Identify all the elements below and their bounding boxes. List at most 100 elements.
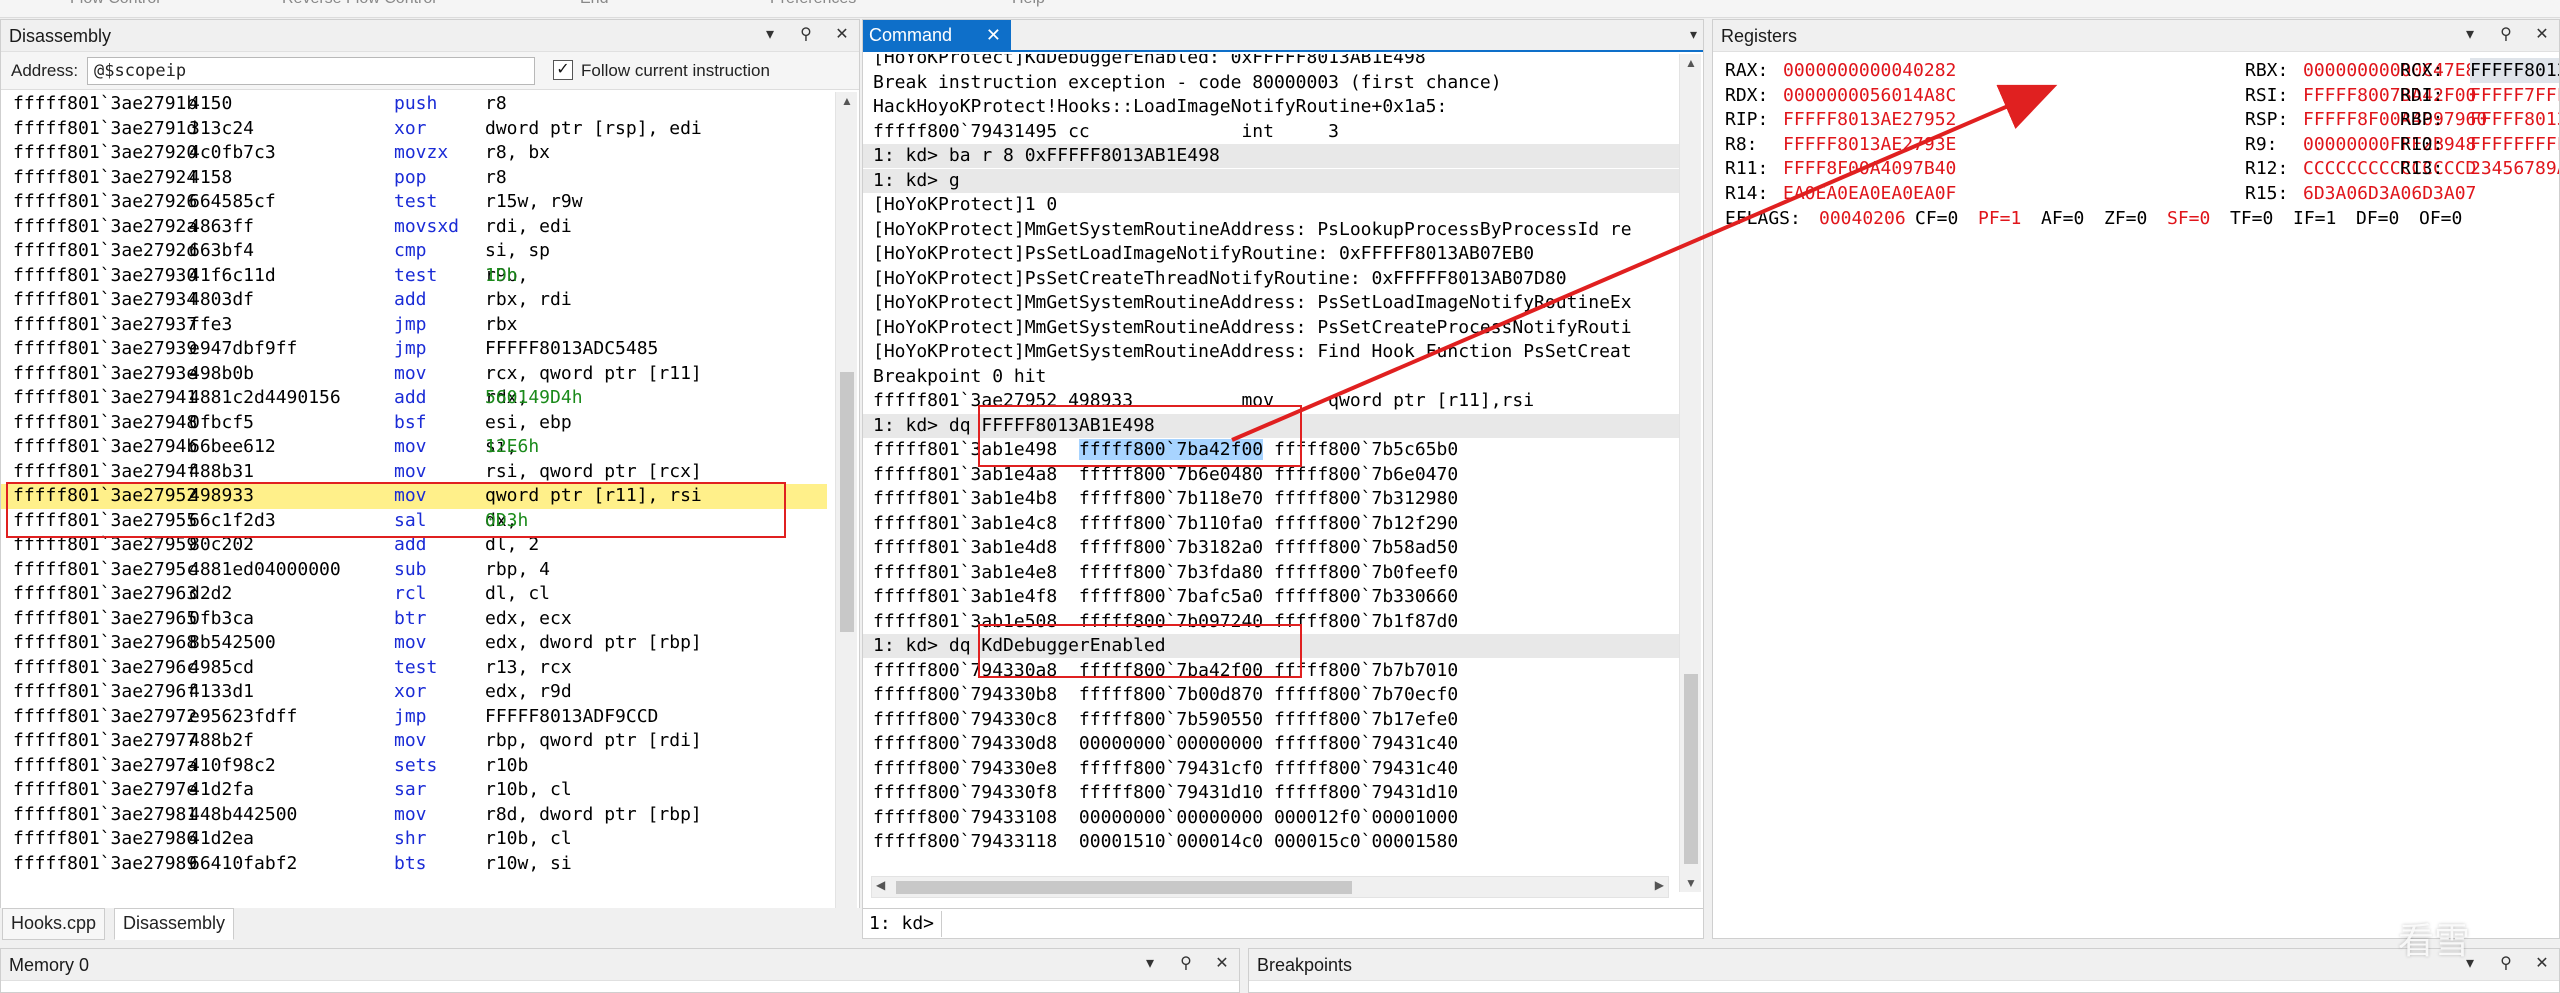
follow-instruction-checkbox[interactable]: ✓ <box>553 60 573 80</box>
register-value[interactable]: FFFFF8013AE27952 <box>1783 107 1956 132</box>
disassembly-row[interactable]: fffff801`3ae2791d 313c24 xor dword ptr [rsp… <box>1 117 827 142</box>
disassembly-row[interactable]: fffff801`3ae27920 4c0fb7c3 movzx r8, bx <box>1 141 827 166</box>
disassembly-row[interactable]: fffff801`3ae27937 ffe3 jmp rbx <box>1 313 827 338</box>
line-text: fffff800`794330a8 fffff800`7ba42f00 ffff… <box>873 659 1459 681</box>
flag-value[interactable]: DF=0 <box>2356 206 2399 231</box>
disassembly-row[interactable]: fffff801`3ae27959 80c202 add dl, 2 <box>1 533 827 558</box>
pin-icon[interactable]: ⚲ <box>1175 953 1197 975</box>
disassembly-row[interactable]: fffff801`3ae2791b 4150 push r8 <box>1 92 827 117</box>
close-icon[interactable]: ✕ <box>986 25 1001 46</box>
disassembly-row[interactable]: fffff801`3ae2794f 488b31 mov rsi, qword ptr… <box>1 460 827 485</box>
register-value[interactable]: 0000000000040282 <box>1783 58 1956 83</box>
pin-icon[interactable]: ⚲ <box>795 24 817 46</box>
flow-control-button[interactable]: Flow Control <box>70 0 160 8</box>
disassembly-row[interactable]: fffff801`3ae27930 41f6c11d test r9b, 1Dh <box>1 264 827 289</box>
instr-address: fffff801`3ae27972 <box>13 705 198 727</box>
disassembly-row[interactable]: fffff801`3ae27924 4158 pop r8 <box>1 166 827 191</box>
disassembly-row[interactable]: fffff801`3ae27989 66410fabf2 bts r10w, si <box>1 852 827 877</box>
disassembly-row[interactable]: fffff801`3ae27952 498933 mov qword ptr [r11… <box>1 484 827 509</box>
tab-disassembly[interactable]: Disassembly <box>114 908 235 940</box>
close-icon[interactable]: ✕ <box>2531 953 2553 975</box>
close-icon[interactable]: ✕ <box>831 24 853 46</box>
scroll-right-icon[interactable]: ▶ <box>1655 878 1664 892</box>
disassembly-scrollbar[interactable]: ▲ ▼ <box>835 92 857 928</box>
disassembly-row[interactable]: fffff801`3ae27972 e95623fdff jmp FFFFF8013A… <box>1 705 827 730</box>
register-value[interactable]: FFFFF8F00A4097960 <box>2303 107 2487 132</box>
preferences-button[interactable]: Preferences <box>770 0 856 8</box>
scroll-left-icon[interactable]: ◀ <box>876 878 885 892</box>
scroll-up-icon[interactable]: ▲ <box>1680 56 1702 70</box>
register-value[interactable]: FFFFF8007BA42F00 <box>2303 83 2476 108</box>
register-value[interactable]: 0000000056014A8C <box>1783 83 1956 108</box>
flag-value[interactable]: ZF=0 <box>2104 206 2147 231</box>
disassembly-row[interactable]: fffff801`3ae2794b 66bee612 mov si, 12E6h <box>1 435 827 460</box>
register-value[interactable]: FFFFF8013AE2793E <box>1783 132 1956 157</box>
scroll-thumb[interactable] <box>1684 674 1698 864</box>
disassembly-row[interactable]: fffff801`3ae2796c 4985cd test r13, rcx <box>1 656 827 681</box>
disassembly-row[interactable]: fffff801`3ae27939 e947dbf9ff jmp FFFFF8013A… <box>1 337 827 362</box>
flag-value[interactable]: IF=1 <box>2293 206 2336 231</box>
eflags-value[interactable]: 00040206 <box>1819 206 1906 231</box>
tab-hooks-cpp[interactable]: Hooks.cpp <box>2 908 106 940</box>
register-value[interactable]: FFFFFFFFFFFE8400 <box>2470 132 2559 157</box>
address-input[interactable]: @$scopeip <box>87 57 535 85</box>
end-button[interactable]: End <box>580 0 608 8</box>
help-button[interactable]: Help <box>1012 0 1045 8</box>
command-vscrollbar[interactable]: ▲ ▼ <box>1679 54 1701 892</box>
disassembly-row[interactable]: fffff801`3ae2795c 4881ed04000000 sub rbp, 4 <box>1 558 827 583</box>
close-icon[interactable]: ✕ <box>1211 953 1233 975</box>
flag-value[interactable]: SF=0 <box>2167 206 2210 231</box>
disassembly-row[interactable]: fffff801`3ae27926 664585cf test r15w, r9w <box>1 190 827 215</box>
disassembly-row[interactable]: fffff801`3ae27963 d2d2 rcl dl, cl <box>1 582 827 607</box>
instr-address: fffff801`3ae27934 <box>13 289 198 310</box>
scroll-down-icon[interactable]: ▼ <box>1680 876 1702 890</box>
menu-icon[interactable]: ▾ <box>1690 26 1697 43</box>
register-value[interactable]: CCCCCCCCCCCCCCCD <box>2303 156 2476 181</box>
disassembly-listing[interactable]: fffff801`3ae2791b 4150 push r8 fffff801`3ae2… <box>1 92 827 928</box>
tab-command[interactable]: Command ✕ <box>863 20 1011 52</box>
command-output[interactable]: [HoYoKProtect]KdDebuggerEnabled: 0xFFFFF… <box>863 54 1681 874</box>
disassembly-row[interactable]: fffff801`3ae27968 8b542500 mov edx, dword p… <box>1 631 827 656</box>
disassembly-row[interactable]: fffff801`3ae2793e 498b0b mov rcx, qword ptr… <box>1 362 827 387</box>
disassembly-row[interactable]: fffff801`3ae27986 41d2ea shr r10b, cl <box>1 827 827 852</box>
register-value[interactable]: FFFF8F00A4097B40 <box>1783 156 1956 181</box>
operand-number: 12E6h <box>485 436 540 457</box>
reverse-flow-control-button[interactable]: Reverse Flow Control <box>282 0 436 8</box>
disassembly-row[interactable]: fffff801`3ae27965 0fb3ca btr edx, ecx <box>1 607 827 632</box>
disassembly-row[interactable]: fffff801`3ae2796f 4133d1 xor edx, r9d <box>1 680 827 705</box>
register-value[interactable]: EA0EA0EA0EA0EA0F <box>1783 181 1956 206</box>
scroll-thumb[interactable] <box>896 881 1352 894</box>
disassembly-row[interactable]: fffff801`3ae27977 488b2f mov rbp, qword ptr… <box>1 729 827 754</box>
register-value[interactable]: 00000000FFE2B948 <box>2303 132 2476 157</box>
flag-value[interactable]: PF=1 <box>1978 206 2021 231</box>
scroll-thumb[interactable] <box>840 372 854 632</box>
dropdown-icon[interactable]: ▾ <box>759 24 781 46</box>
disassembly-row[interactable]: fffff801`3ae27948 0fbcf5 bsf esi, ebp <box>1 411 827 436</box>
dropdown-icon[interactable]: ▾ <box>1139 953 1161 975</box>
register-value[interactable]: FFFFF8013AB1E498 <box>2470 58 2559 83</box>
flag-value[interactable]: TF=0 <box>2230 206 2273 231</box>
register-value[interactable]: 00000000000C47E8 <box>2303 58 2476 83</box>
register-value[interactable]: FFFFF7FFFAAE0000 <box>2470 83 2559 108</box>
disassembly-row[interactable]: fffff801`3ae2792d 663bf4 cmp si, sp <box>1 239 827 264</box>
scroll-up-icon[interactable]: ▲ <box>836 94 858 108</box>
flag-value[interactable]: OF=0 <box>2419 206 2462 231</box>
pin-icon[interactable]: ⚲ <box>2495 953 2517 975</box>
close-icon[interactable]: ✕ <box>2531 24 2553 46</box>
command-hscrollbar[interactable]: ◀ ▶ <box>871 876 1669 898</box>
disassembly-row[interactable]: fffff801`3ae27981 448b442500 mov r8d, dword… <box>1 803 827 828</box>
disassembly-row[interactable]: fffff801`3ae27934 4803df add rbx, rdi <box>1 288 827 313</box>
register-value[interactable]: 23456789ABCDF013 <box>2470 156 2559 181</box>
disassembly-row[interactable]: fffff801`3ae27955 66c1f2d3 sal dx, 0D3h <box>1 509 827 534</box>
flag-value[interactable]: AF=0 <box>2041 206 2084 231</box>
disassembly-row[interactable]: fffff801`3ae2792a 4863ff movsxd rdi, edi <box>1 215 827 240</box>
dropdown-icon[interactable]: ▾ <box>2459 24 2481 46</box>
command-input[interactable] <box>941 911 1701 937</box>
register-value[interactable]: 6D3A06D3A06D3A07 <box>2303 181 2476 206</box>
disassembly-row[interactable]: fffff801`3ae2797a 410f98c2 sets r10b <box>1 754 827 779</box>
register-value[interactable]: FFFFF8013AC94D71 <box>2470 107 2559 132</box>
disassembly-row[interactable]: fffff801`3ae27941 4881c2d4490156 add rdx, 5… <box>1 386 827 411</box>
disassembly-row[interactable]: fffff801`3ae2797e 41d2fa sar r10b, cl <box>1 778 827 803</box>
pin-icon[interactable]: ⚲ <box>2495 24 2517 46</box>
flag-value[interactable]: CF=0 <box>1915 206 1958 231</box>
